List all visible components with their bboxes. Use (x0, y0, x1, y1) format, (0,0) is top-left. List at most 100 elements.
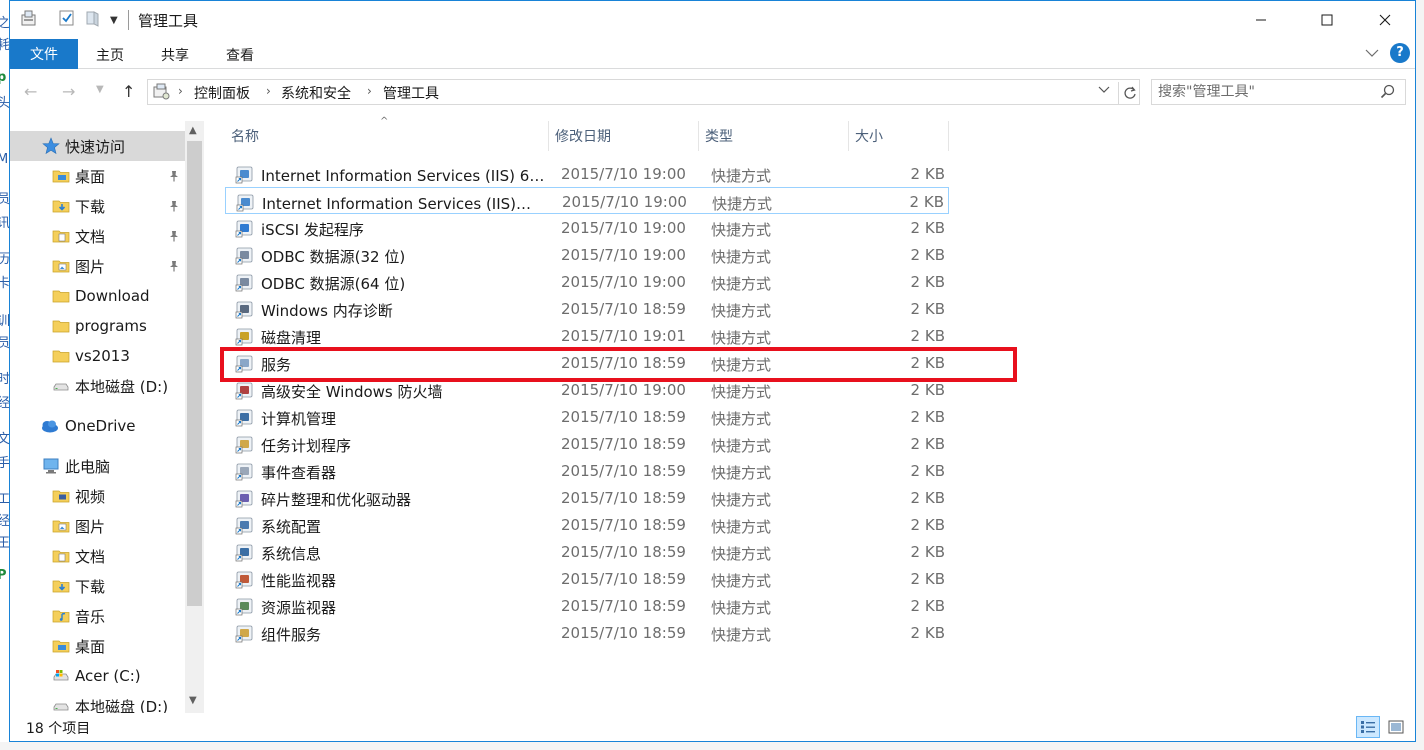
file-row[interactable]: 事件查看器 2015/7/10 18:59 快捷方式 2 KB (225, 457, 949, 484)
nav-quick-item[interactable]: 图片 (10, 251, 185, 281)
file-row[interactable]: ODBC 数据源(32 位) 2015/7/10 19:00 快捷方式 2 KB (225, 241, 949, 268)
music-folder-icon (52, 607, 70, 625)
file-row[interactable]: iSCSI 发起程序 2015/7/10 19:00 快捷方式 2 KB (225, 214, 949, 241)
column-header-size[interactable]: 大小 (849, 121, 949, 151)
nav-pc-item[interactable]: 文档 (10, 541, 185, 571)
window-title: 管理工具 (138, 12, 199, 30)
properties-icon[interactable] (20, 9, 38, 27)
checkmark-icon[interactable] (58, 9, 76, 27)
file-row[interactable]: 系统信息 2015/7/10 18:59 快捷方式 2 KB (225, 538, 949, 565)
breadcrumb-system-security[interactable]: 系统和安全 (281, 83, 351, 103)
nav-pc-item[interactable]: 音乐 (10, 601, 185, 631)
tab-share[interactable]: 共享 (161, 45, 189, 65)
search-input[interactable] (1158, 82, 1373, 102)
iscsi-initiator-icon (235, 218, 255, 238)
task-scheduler-icon (235, 434, 255, 454)
file-name: 系统配置 (261, 518, 322, 536)
file-date: 2015/7/10 18:59 (561, 300, 686, 318)
file-size: 2 KB (910, 408, 945, 426)
file-row[interactable]: 性能监视器 2015/7/10 18:59 快捷方式 2 KB (225, 565, 949, 592)
search-icon[interactable] (1380, 84, 1396, 104)
nav-pc-item[interactable]: 桌面 (10, 631, 185, 661)
file-size: 2 KB (910, 516, 945, 534)
nav-pc-item[interactable]: 本地磁盘 (D:) (10, 691, 185, 713)
nav-pc-item[interactable]: 图片 (10, 511, 185, 541)
file-row[interactable]: Internet Information Services (IIS)管理器 2… (225, 187, 949, 214)
expand-ribbon-icon[interactable] (1365, 46, 1379, 62)
file-row[interactable]: 计算机管理 2015/7/10 18:59 快捷方式 2 KB (225, 403, 949, 430)
tab-view[interactable]: 查看 (226, 45, 254, 65)
desktop-folder-icon (52, 637, 70, 655)
nav-quick-item[interactable]: programs (10, 311, 185, 341)
tab-file[interactable]: 文件 (10, 39, 78, 69)
file-type: 快捷方式 (711, 518, 772, 536)
file-row[interactable]: Internet Information Services (IIS) 6.0 … (225, 160, 949, 187)
file-name: Internet Information Services (IIS) 6.0 … (261, 167, 545, 185)
nav-quick-access[interactable]: 快速访问 (10, 131, 185, 161)
file-type: 快捷方式 (711, 626, 772, 644)
minimize-button[interactable] (1231, 1, 1291, 39)
title-bar: ▼ 管理工具 (10, 1, 1415, 39)
nav-quick-item[interactable]: Download (10, 281, 185, 311)
recent-locations-icon[interactable]: ▼ (96, 84, 104, 95)
file-row[interactable]: 组件服务 2015/7/10 18:59 快捷方式 2 KB (225, 619, 949, 646)
customize-quick-access-icon[interactable]: ▼ (110, 15, 128, 33)
help-icon[interactable]: ? (1390, 43, 1410, 63)
column-header-type[interactable]: 类型 (699, 121, 849, 151)
breadcrumb-chevron-icon[interactable]: › (178, 84, 183, 98)
maximize-button[interactable] (1297, 1, 1357, 39)
file-type: 快捷方式 (711, 329, 772, 347)
file-name: ODBC 数据源(64 位) (261, 275, 406, 293)
file-row[interactable]: 资源监视器 2015/7/10 18:59 快捷方式 2 KB (225, 592, 949, 619)
scroll-down-icon[interactable]: ▼ (189, 695, 197, 706)
address-history-icon[interactable] (1098, 85, 1110, 98)
new-folder-icon[interactable] (84, 9, 102, 27)
file-row[interactable]: 碎片整理和优化驱动器 2015/7/10 18:59 快捷方式 2 KB (225, 484, 949, 511)
pin-icon[interactable] (168, 260, 180, 276)
column-header-date[interactable]: 修改日期 (549, 121, 699, 151)
firewall-icon (235, 380, 255, 400)
nav-quick-item[interactable]: 本地磁盘 (D:) (10, 371, 185, 401)
nav-pc-item[interactable]: 下载 (10, 571, 185, 601)
system-config-icon (235, 515, 255, 535)
file-explorer-window: ▼ 管理工具 文件 主页 共享 查看 ? ← → ▼ ↑ › 控制面板 › 系统… (9, 0, 1416, 742)
file-row[interactable]: 任务计划程序 2015/7/10 18:59 快捷方式 2 KB (225, 430, 949, 457)
pin-icon[interactable] (168, 230, 180, 246)
item-count: 18 个项目 (26, 721, 91, 737)
videos-folder-icon (52, 487, 70, 505)
search-box[interactable] (1151, 79, 1406, 105)
nav-scrollbar[interactable]: ▲ ▼ (185, 121, 204, 713)
pin-icon[interactable] (168, 170, 180, 186)
drive-icon (52, 377, 70, 395)
large-icons-view-button[interactable] (1384, 716, 1408, 738)
nav-this-pc[interactable]: 此电脑 (10, 451, 185, 481)
nav-quick-item[interactable]: 桌面 (10, 161, 185, 191)
nav-quick-item[interactable]: vs2013 (10, 341, 185, 371)
nav-quick-item[interactable]: 下载 (10, 191, 185, 221)
tab-home[interactable]: 主页 (96, 45, 124, 65)
scrollbar-thumb[interactable] (187, 141, 202, 606)
file-name: 磁盘清理 (261, 329, 322, 347)
back-arrow-icon[interactable]: ← (24, 82, 37, 101)
refresh-icon[interactable] (1118, 82, 1140, 104)
breadcrumb-chevron-icon[interactable]: › (367, 84, 372, 98)
scroll-up-icon[interactable]: ▲ (189, 125, 197, 136)
details-view-button[interactable] (1356, 716, 1380, 738)
file-row[interactable]: 系统配置 2015/7/10 18:59 快捷方式 2 KB (225, 511, 949, 538)
breadcrumb-chevron-icon[interactable]: › (266, 84, 271, 98)
forward-arrow-icon[interactable]: → (62, 82, 75, 101)
nav-quick-item[interactable]: 文档 (10, 221, 185, 251)
file-row[interactable]: 磁盘清理 2015/7/10 19:01 快捷方式 2 KB (225, 322, 949, 349)
breadcrumb-control-panel[interactable]: 控制面板 (194, 83, 250, 103)
up-arrow-icon[interactable]: ↑ (122, 82, 135, 101)
address-bar[interactable]: › 控制面板 › 系统和安全 › 管理工具 (147, 79, 1140, 105)
nav-onedrive[interactable]: OneDrive (10, 411, 185, 441)
file-row[interactable]: ODBC 数据源(64 位) 2015/7/10 19:00 快捷方式 2 KB (225, 268, 949, 295)
close-button[interactable] (1355, 1, 1415, 39)
breadcrumb-admin-tools[interactable]: 管理工具 (383, 83, 439, 103)
nav-pc-item[interactable]: Acer (C:) (10, 661, 185, 691)
nav-label: 本地磁盘 (D:) (75, 697, 169, 714)
nav-pc-item[interactable]: 视频 (10, 481, 185, 511)
pin-icon[interactable] (168, 200, 180, 216)
file-row[interactable]: Windows 内存诊断 2015/7/10 18:59 快捷方式 2 KB (225, 295, 949, 322)
